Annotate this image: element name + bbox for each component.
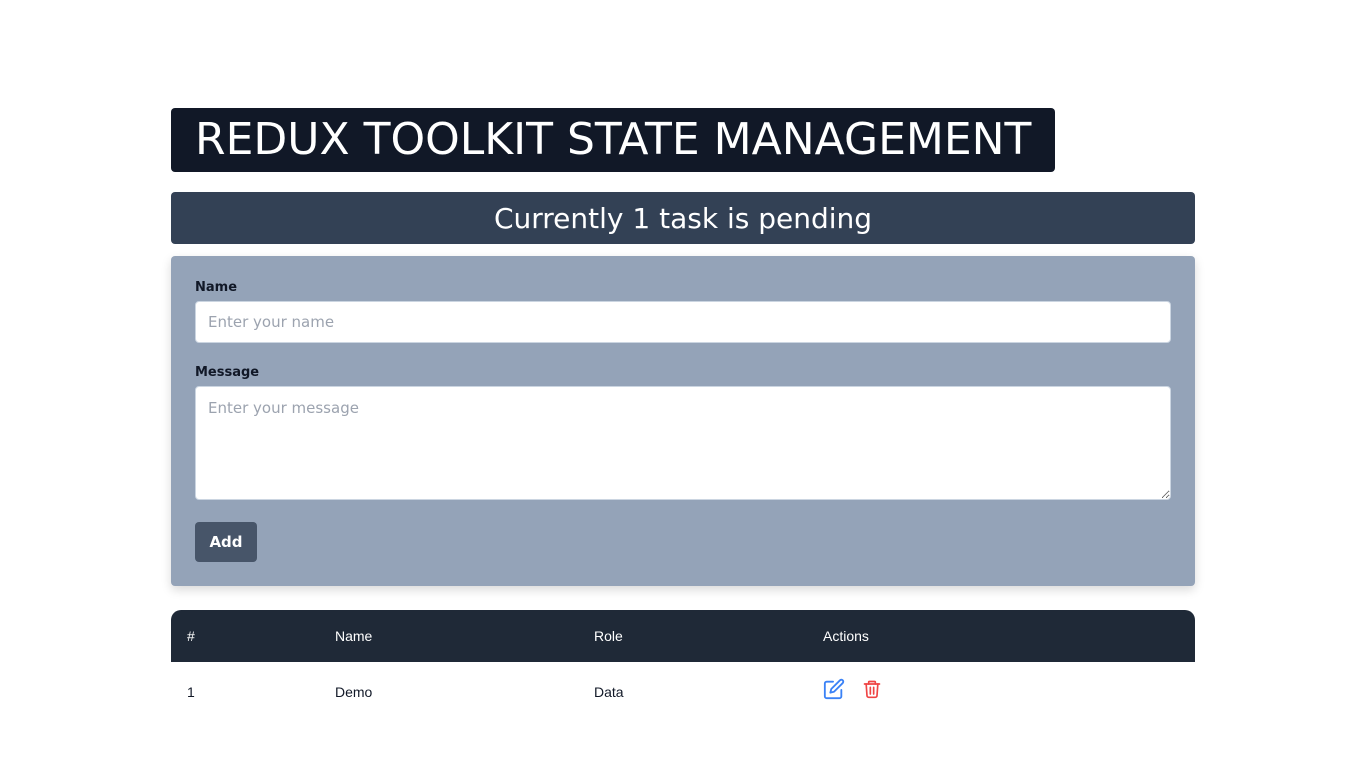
add-button[interactable]: Add	[195, 522, 257, 562]
row-number: 1	[187, 684, 195, 700]
column-header-actions: Actions	[823, 628, 869, 644]
edit-icon[interactable]	[823, 678, 845, 700]
column-header-name: Name	[335, 628, 373, 644]
message-label: Message	[195, 365, 260, 380]
table-header-row: # Name Role Actions	[171, 610, 1195, 662]
message-textarea[interactable]	[195, 386, 1171, 500]
trash-icon[interactable]	[861, 678, 883, 700]
row-role: Data	[594, 684, 624, 700]
row-actions	[807, 662, 1195, 722]
column-header-role: Role	[594, 628, 623, 644]
task-form: Name Message Add	[171, 256, 1195, 586]
row-name: Demo	[335, 684, 373, 700]
pending-status-banner: Currently 1 task is pending	[171, 192, 1195, 244]
main-container: REDUX TOOLKIT STATE MANAGEMENT Currently…	[171, 108, 1195, 722]
name-label: Name	[195, 280, 238, 295]
name-input[interactable]	[195, 301, 1171, 343]
table-row: 1 Demo Data	[171, 662, 1195, 722]
column-header-number: #	[187, 628, 195, 644]
tasks-table: # Name Role Actions 1 Demo Data	[171, 610, 1195, 722]
page-title: REDUX TOOLKIT STATE MANAGEMENT	[171, 108, 1056, 172]
